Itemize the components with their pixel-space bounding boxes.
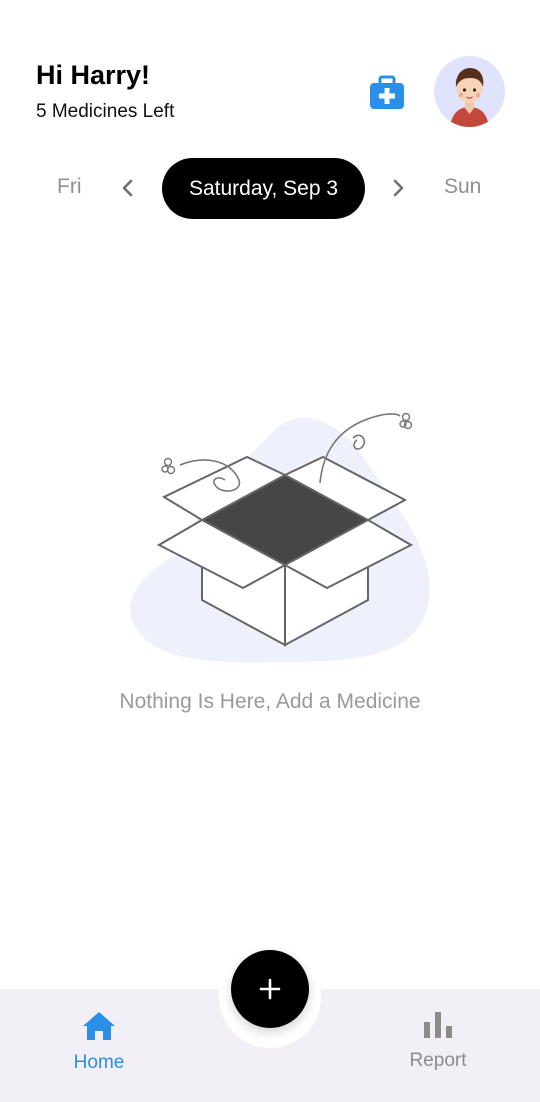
app-header: Hi Harry! 5 Medicines Left bbox=[0, 0, 540, 150]
next-day-label[interactable]: Sun bbox=[444, 175, 481, 199]
bar-chart-icon bbox=[424, 1012, 452, 1038]
avatar-illustration bbox=[450, 68, 489, 127]
nav-label-report: Report bbox=[409, 1050, 467, 1071]
empty-state-message: Nothing Is Here, Add a Medicine bbox=[119, 690, 421, 713]
chevron-right-icon[interactable] bbox=[386, 176, 410, 200]
plus-icon bbox=[259, 978, 281, 1000]
open-box-illustration bbox=[130, 412, 430, 663]
nav-item-report[interactable]: Report bbox=[396, 1010, 480, 1082]
nav-item-home[interactable]: Home bbox=[58, 1010, 140, 1082]
home-icon bbox=[83, 1012, 115, 1040]
user-avatar[interactable] bbox=[434, 56, 505, 127]
previous-day-label[interactable]: Fri bbox=[57, 175, 82, 199]
medical-kit-button[interactable] bbox=[366, 72, 408, 114]
date-navigator: Fri Saturday, Sep 3 Sun bbox=[0, 158, 540, 219]
nav-label-home: Home bbox=[73, 1052, 125, 1073]
medical-kit-icon bbox=[370, 75, 404, 109]
chevron-left-icon[interactable] bbox=[116, 176, 140, 200]
add-medicine-button[interactable] bbox=[231, 950, 309, 1028]
greeting-title: Hi Harry! bbox=[36, 60, 151, 90]
medicines-left-text: 5 Medicines Left bbox=[36, 101, 175, 122]
current-date-pill[interactable]: Saturday, Sep 3 bbox=[162, 158, 365, 219]
